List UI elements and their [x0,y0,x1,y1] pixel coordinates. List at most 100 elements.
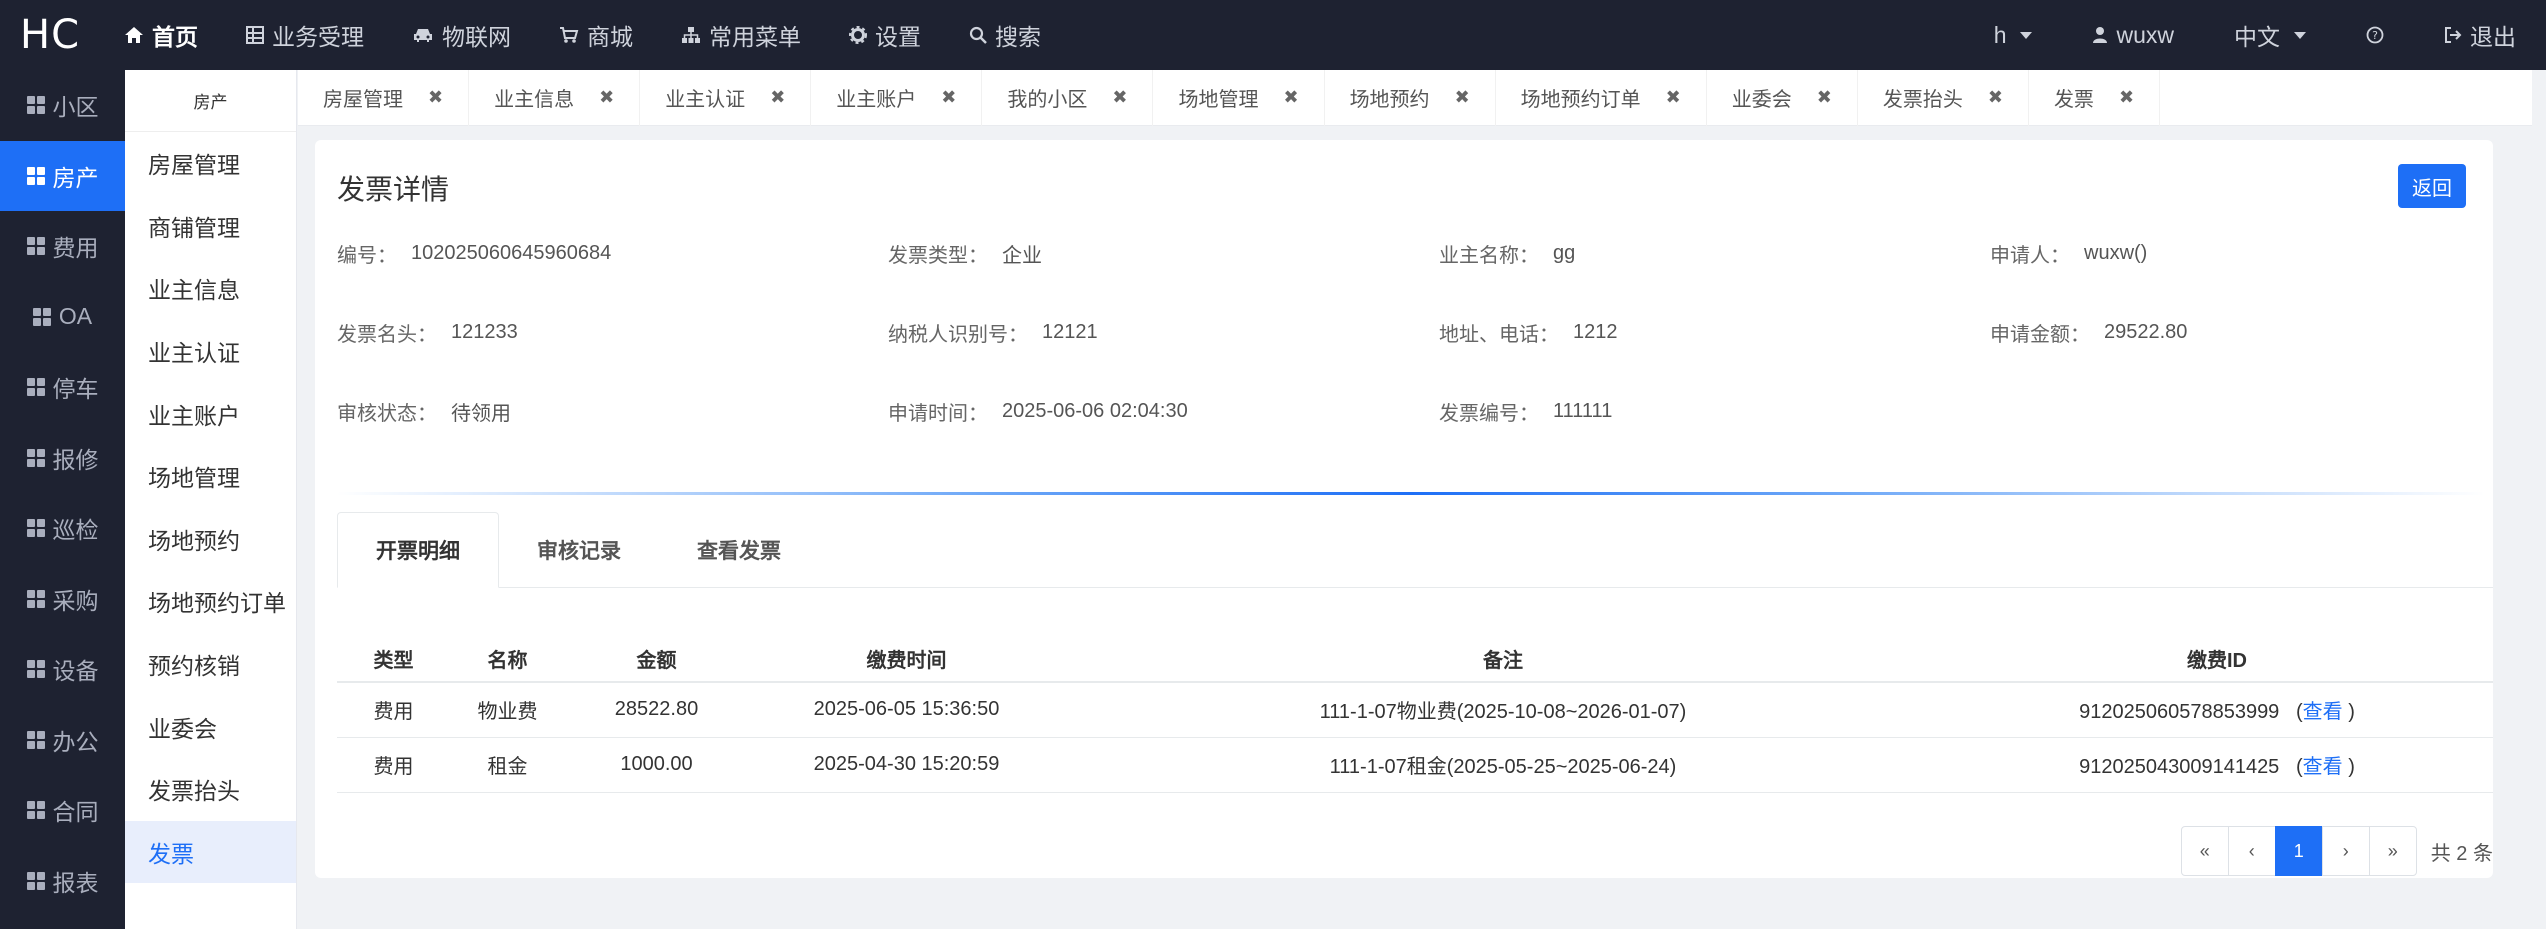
submenu-item-committee[interactable]: 业委会 [125,695,296,758]
chevron-down-icon [2294,31,2306,39]
field-value: 1212 [1573,320,1618,343]
top-nav-right: h wuxw 中文 ? 退出 [1964,0,2546,70]
help-button[interactable]: ? [2336,0,2414,70]
cell-amount: 1000.00 [565,737,748,793]
submenu-item-invoice[interactable]: 发票 [125,820,296,884]
tab-venue-booking[interactable]: 场地预约 ✖ [1325,69,1496,126]
submenu-item-invoice-title[interactable]: 发票抬头 [125,758,296,821]
nav-settings[interactable]: 设置 [825,0,945,70]
logout-button[interactable]: 退出 [2414,0,2546,70]
nav-business[interactable]: 业务受理 [222,0,388,70]
grid-icon [26,237,45,256]
tab-committee[interactable]: 业委会 ✖ [1707,69,1858,126]
paren-open: ( [2295,756,2303,778]
field-label: 申请金额： [1990,323,2090,346]
back-button[interactable]: 返回 [2398,164,2466,208]
pagination-first[interactable]: « [2180,826,2229,876]
paren-close: ) [2348,756,2355,778]
nav-mall[interactable]: 商城 [535,0,657,70]
grid-icon [32,307,51,326]
submenu-item-owner-info[interactable]: 业主信息 [125,257,296,320]
sidebar-item-property[interactable]: 房产 [0,140,125,211]
tab-view-invoice[interactable]: 查看发票 [659,512,819,588]
nav-home[interactable]: 首页 [100,0,222,70]
h-dropdown[interactable]: h [1964,0,2063,70]
tab-owner-info[interactable]: 业主信息 ✖ [469,69,641,126]
tab-label: 场地管理 [1178,89,1259,111]
column-header: 名称 [450,636,565,683]
sidebar-item-office[interactable]: 办公 [0,705,125,776]
pagination-last[interactable]: » [2368,826,2417,876]
tab-my-community[interactable]: 我的小区 ✖ [982,69,1154,126]
grid-icon [26,96,45,115]
tab-audit-records[interactable]: 审核记录 [499,512,659,588]
close-icon[interactable]: ✖ [1817,87,1832,108]
tab-invoice-details[interactable]: 开票明细 [337,512,499,588]
sidebar-item-label: 房产 [52,164,99,191]
grid-icon [26,589,45,608]
sidebar-item-community[interactable]: 小区 [0,70,125,141]
pagination-page-current[interactable]: 1 [2274,826,2323,876]
close-icon[interactable]: ✖ [941,87,956,108]
sidebar-item-report[interactable]: 报表 [0,846,125,917]
submenu-item-venue-order[interactable]: 场地预约订单 [125,570,296,633]
sidebar-item-oa[interactable]: OA [0,282,125,353]
cell-type: 费用 [337,737,450,793]
tab-venue-order[interactable]: 场地预约订单 ✖ [1496,69,1707,126]
language-dropdown[interactable]: 中文 [2204,0,2336,70]
svg-text:?: ? [2372,29,2378,42]
submenu-item-house[interactable]: 房屋管理 [125,132,296,195]
cell-remark: 111-1-07物业费(2025-10-08~2026-01-07) [1065,682,1941,738]
nav-iot[interactable]: 物联网 [388,0,535,70]
table-row: 费用 物业费 28522.80 2025-06-05 15:36:50 111-… [337,682,2493,738]
view-link[interactable]: 查看 [2303,701,2343,723]
tab-house[interactable]: 房屋管理 ✖ [298,69,470,126]
field-label: 地址、电话： [1439,323,1559,346]
submenu-item-owner-account[interactable]: 业主账户 [125,382,296,445]
cell-remark: 111-1-07租金(2025-05-25~2025-06-24) [1065,737,1941,793]
field-label: 发票类型： [888,244,988,267]
sidebar-item-fee[interactable]: 费用 [0,211,125,282]
submenu-item-owner-auth[interactable]: 业主认证 [125,320,296,383]
field-label: 申请时间： [888,402,988,425]
sidebar-item-inspection[interactable]: 巡检 [0,493,125,564]
view-link[interactable]: 查看 [2303,756,2343,778]
pagination-next[interactable]: › [2321,826,2370,876]
pagination-prev[interactable]: ‹ [2227,826,2276,876]
cart-icon [560,27,579,43]
grid-icon [26,166,45,185]
close-icon[interactable]: ✖ [428,87,443,108]
close-icon[interactable]: ✖ [1283,87,1298,108]
submenu-item-shop[interactable]: 商铺管理 [125,195,296,258]
tab-invoice-title[interactable]: 发票抬头 ✖ [1858,69,2029,126]
close-icon[interactable]: ✖ [1112,87,1127,108]
close-icon[interactable]: ✖ [1455,87,1470,108]
submenu-item-booking-verify[interactable]: 预约核销 [125,633,296,696]
submenu-item-venue-booking[interactable]: 场地预约 [125,508,296,571]
close-icon[interactable]: ✖ [1988,87,2003,108]
tab-label: 场地预约订单 [1520,89,1641,111]
grid-icon [26,448,45,467]
user-menu[interactable]: wuxw [2062,0,2204,70]
tab-owner-account[interactable]: 业主账户 ✖ [811,69,983,126]
sidebar-item-purchase[interactable]: 采购 [0,564,125,635]
close-icon[interactable]: ✖ [770,87,785,108]
tab-venue[interactable]: 场地管理 ✖ [1153,69,1325,126]
sub-sidebar: 房产 房屋管理 商铺管理 业主信息 业主认证 业主账户 场地管理 场地预约 场地… [125,70,297,929]
close-icon[interactable]: ✖ [1666,87,1681,108]
tab-label: 房屋管理 [323,89,403,111]
nav-search[interactable]: 搜索 [945,0,1065,70]
submenu-item-venue[interactable]: 场地管理 [125,445,296,508]
brand-logo[interactable]: HC [0,12,100,58]
tab-owner-auth[interactable]: 业主认证 ✖ [640,69,812,126]
sidebar-item-equipment[interactable]: 设备 [0,634,125,705]
sidebar-item-parking[interactable]: 停车 [0,352,125,423]
tab-invoice[interactable]: 发票 ✖ [2029,69,2161,126]
close-icon[interactable]: ✖ [599,87,614,108]
nav-common-menu[interactable]: 常用菜单 [657,0,825,70]
sidebar-item-contract[interactable]: 合同 [0,775,125,846]
sidebar-item-repair[interactable]: 报修 [0,423,125,494]
grid-icon [26,871,45,890]
close-icon[interactable]: ✖ [2119,87,2134,108]
paren-open: ( [2295,701,2303,724]
